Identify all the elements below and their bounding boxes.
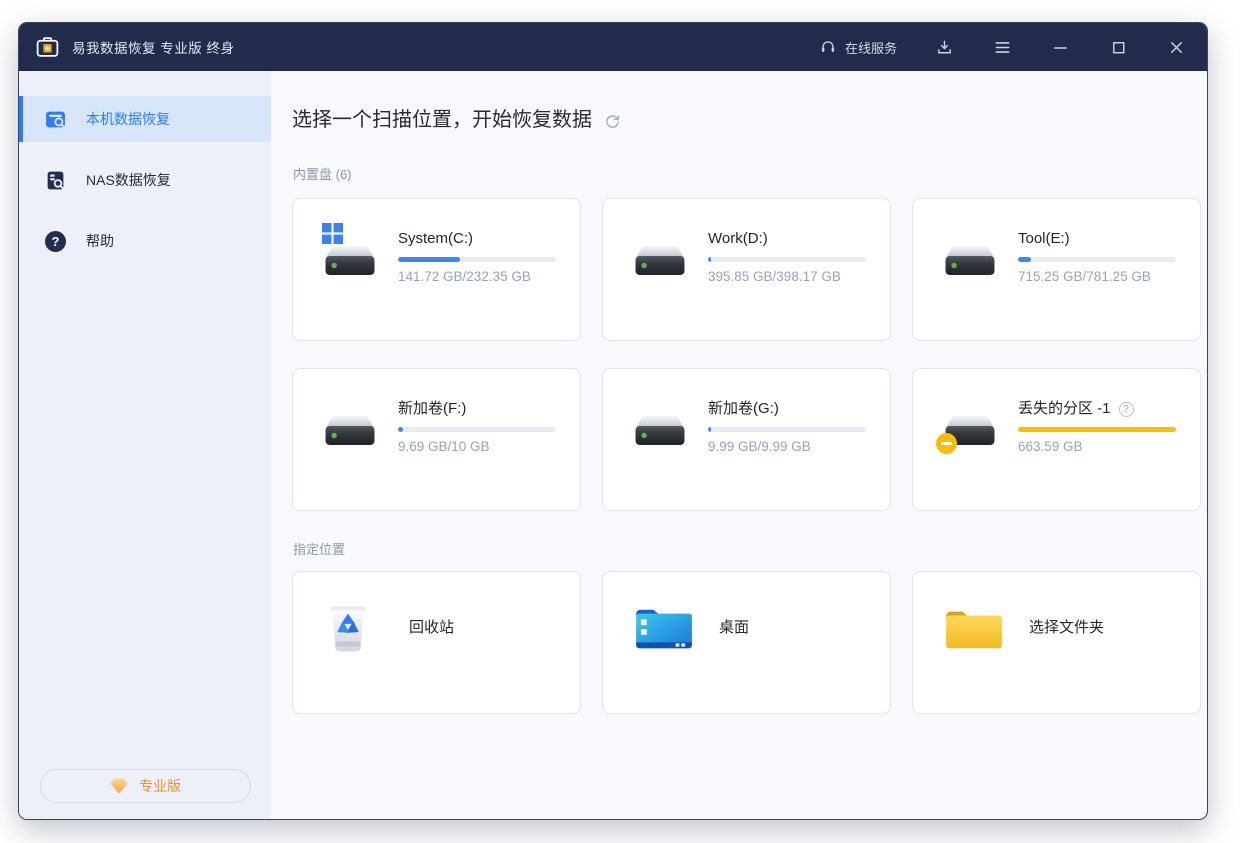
headset-icon bbox=[819, 38, 837, 56]
capacity-bar bbox=[1018, 427, 1176, 432]
sidebar-item-label: 本机数据恢复 bbox=[86, 109, 170, 129]
sidebar-item-local-recovery[interactable]: 本机数据恢复 bbox=[19, 96, 271, 142]
location-card-desktop[interactable]: 桌面 bbox=[602, 571, 891, 714]
capacity-bar-fill bbox=[708, 427, 711, 432]
gem-icon bbox=[109, 777, 129, 795]
drive-size: 395.85 GB/398.17 GB bbox=[708, 269, 866, 284]
drive-name: System(C:) bbox=[398, 229, 473, 249]
sidebar-item-nas-recovery[interactable]: NAS数据恢复 bbox=[19, 157, 271, 203]
app-logo-icon bbox=[35, 35, 60, 60]
drive-size: 663.59 GB bbox=[1018, 439, 1176, 454]
hard-drive-icon bbox=[631, 223, 687, 279]
app-title: 易我数据恢复 专业版 终身 bbox=[72, 37, 235, 57]
drive-card-tool-e[interactable]: Tool(E:) 715.25 GB/781.25 GB bbox=[912, 198, 1201, 341]
edition-label: 专业版 bbox=[139, 776, 181, 796]
minimize-icon bbox=[1051, 38, 1070, 57]
capacity-bar-fill bbox=[398, 257, 460, 262]
capacity-bar-fill bbox=[1018, 427, 1176, 432]
menu-button[interactable] bbox=[991, 36, 1013, 58]
sidebar-item-help[interactable]: ? 帮助 bbox=[19, 218, 271, 264]
drive-name: Work(D:) bbox=[708, 229, 768, 249]
app-window: 易我数据恢复 专业版 终身 在线服务 bbox=[18, 22, 1208, 820]
location-label: 桌面 bbox=[719, 600, 749, 656]
question-help-icon[interactable]: ? bbox=[1119, 402, 1134, 417]
local-recovery-icon bbox=[45, 109, 66, 130]
hard-drive-icon bbox=[321, 223, 377, 279]
drive-size: 9.69 GB/10 GB bbox=[398, 439, 556, 454]
capacity-bar bbox=[398, 427, 556, 432]
location-label: 回收站 bbox=[409, 600, 454, 656]
sidebar: 本机数据恢复 NAS数据恢复 ? 帮助 bbox=[19, 71, 271, 819]
drives-grid: System(C:) 141.72 GB/232.35 GB bbox=[292, 198, 1201, 511]
sidebar-spacer bbox=[19, 279, 271, 769]
capacity-bar-fill bbox=[398, 427, 403, 432]
capacity-bar bbox=[398, 257, 556, 262]
capacity-bar bbox=[708, 257, 866, 262]
drive-size: 715.25 GB/781.25 GB bbox=[1018, 269, 1176, 284]
lost-partition-badge bbox=[936, 433, 957, 454]
sidebar-item-label: 帮助 bbox=[86, 231, 114, 251]
drive-card-system-c[interactable]: System(C:) 141.72 GB/232.35 GB bbox=[292, 198, 581, 341]
drive-name: 丢失的分区 -1 bbox=[1018, 399, 1111, 419]
location-label: 选择文件夹 bbox=[1029, 600, 1104, 656]
main-content: 选择一个扫描位置，开始恢复数据 内置盘 (6) bbox=[271, 71, 1207, 819]
choose-folder-icon bbox=[943, 600, 1005, 656]
hard-drive-lost-icon bbox=[941, 393, 997, 449]
online-service-label: 在线服务 bbox=[845, 38, 897, 57]
hard-drive-icon bbox=[321, 393, 377, 449]
refresh-icon[interactable] bbox=[604, 113, 621, 130]
drive-card-lost-partition[interactable]: 丢失的分区 -1 ? 663.59 GB bbox=[912, 368, 1201, 511]
location-card-choose-folder[interactable]: 选择文件夹 bbox=[912, 571, 1201, 714]
drive-card-volume-g[interactable]: 新加卷(G:) 9.99 GB/9.99 GB bbox=[602, 368, 891, 511]
download-icon bbox=[935, 38, 954, 57]
capacity-bar-fill bbox=[1018, 257, 1031, 262]
locations-section-label: 指定位置 bbox=[293, 542, 1201, 557]
recycle-bin-icon bbox=[323, 600, 385, 656]
drive-name: Tool(E:) bbox=[1018, 229, 1070, 249]
edition-button[interactable]: 专业版 bbox=[40, 769, 251, 803]
hamburger-icon bbox=[993, 38, 1012, 57]
page-title: 选择一个扫描位置，开始恢复数据 bbox=[292, 107, 592, 134]
hard-drive-icon bbox=[941, 223, 997, 279]
location-card-recycle-bin[interactable]: 回收站 bbox=[292, 571, 581, 714]
close-icon bbox=[1167, 38, 1186, 57]
online-service-button[interactable]: 在线服务 bbox=[819, 38, 897, 57]
help-icon: ? bbox=[45, 231, 66, 252]
hard-drive-icon bbox=[631, 393, 687, 449]
drive-card-work-d[interactable]: Work(D:) 395.85 GB/398.17 GB bbox=[602, 198, 891, 341]
maximize-button[interactable] bbox=[1107, 36, 1129, 58]
drive-name: 新加卷(G:) bbox=[708, 399, 779, 419]
close-button[interactable] bbox=[1165, 36, 1187, 58]
drive-name: 新加卷(F:) bbox=[398, 399, 466, 419]
download-button[interactable] bbox=[933, 36, 955, 58]
windows-logo-icon bbox=[322, 223, 343, 244]
sidebar-item-label: NAS数据恢复 bbox=[86, 170, 171, 190]
drive-card-volume-f[interactable]: 新加卷(F:) 9.69 GB/10 GB bbox=[292, 368, 581, 511]
minimize-button[interactable] bbox=[1049, 36, 1071, 58]
capacity-bar bbox=[1018, 257, 1176, 262]
locations-grid: 回收站 桌面 bbox=[292, 571, 1201, 714]
titlebar[interactable]: 易我数据恢复 专业版 终身 在线服务 bbox=[19, 23, 1207, 71]
desktop-folder-icon bbox=[633, 600, 695, 656]
maximize-icon bbox=[1109, 38, 1128, 57]
capacity-bar-fill bbox=[708, 257, 711, 262]
drive-size: 141.72 GB/232.35 GB bbox=[398, 269, 556, 284]
drives-section-label: 内置盘 (6) bbox=[293, 167, 1201, 182]
drive-size: 9.99 GB/9.99 GB bbox=[708, 439, 866, 454]
capacity-bar bbox=[708, 427, 866, 432]
nas-recovery-icon bbox=[45, 170, 66, 191]
